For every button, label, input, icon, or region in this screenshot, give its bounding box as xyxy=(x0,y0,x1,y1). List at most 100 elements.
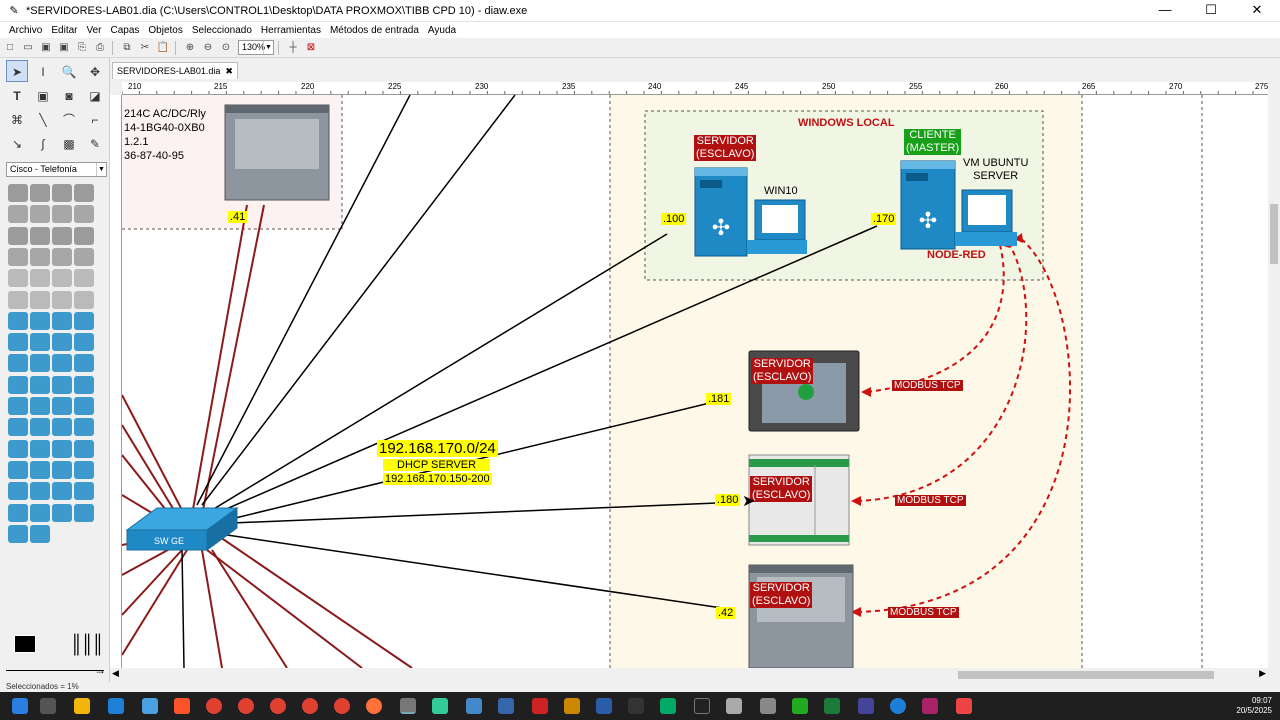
shape-tile-icon[interactable] xyxy=(52,460,72,479)
shape-tile-icon[interactable] xyxy=(52,269,72,288)
excel-icon[interactable] xyxy=(824,698,840,714)
shape-tile-icon[interactable] xyxy=(52,439,72,458)
tab-servidores-lab01[interactable]: SERVIDORES-LAB01.dia ✖ xyxy=(112,62,238,79)
firefox-icon[interactable] xyxy=(366,698,382,714)
chrome-icon[interactable] xyxy=(238,698,254,714)
snap-grid-icon[interactable]: ┼ xyxy=(285,40,301,56)
menu-editar[interactable]: Editar xyxy=(51,25,77,36)
shape-tile-icon[interactable] xyxy=(52,226,72,245)
shape-tile-icon[interactable] xyxy=(74,482,94,501)
shape-tile-icon[interactable] xyxy=(30,184,50,202)
close-button[interactable]: ✕ xyxy=(1234,0,1280,22)
maximize-button[interactable]: ☐ xyxy=(1188,0,1234,22)
text-tool-icon[interactable]: T xyxy=(6,84,28,106)
shape-tile-icon[interactable] xyxy=(74,439,94,458)
select-tool-icon[interactable]: ➤ xyxy=(6,60,28,82)
shape-tile-icon[interactable] xyxy=(52,418,72,437)
explorer-icon[interactable] xyxy=(74,698,90,714)
shape-tile-icon[interactable] xyxy=(52,184,72,202)
zoom-in-icon[interactable]: ⊕ xyxy=(182,40,198,56)
vertical-scrollbar[interactable] xyxy=(1268,82,1280,668)
shape-tile-icon[interactable] xyxy=(8,269,28,288)
move-tool-icon[interactable]: ✥ xyxy=(84,60,106,82)
shape-tile-icon[interactable] xyxy=(52,354,72,373)
chrome-icon[interactable] xyxy=(270,698,286,714)
shape-tile-icon[interactable] xyxy=(30,290,50,309)
image-tool-icon[interactable]: ▩ xyxy=(58,132,80,154)
zoom-fit-icon[interactable]: ⊙ xyxy=(218,40,234,56)
mail-icon[interactable] xyxy=(142,698,158,714)
zigzag-tool-icon[interactable]: ⌐ xyxy=(84,108,106,130)
horizontal-scroll-thumb[interactable] xyxy=(958,671,1214,679)
shape-tile-icon[interactable] xyxy=(30,205,50,224)
scroll-left-icon[interactable]: ◀ xyxy=(112,668,119,679)
save-as-icon[interactable]: ▣ xyxy=(56,40,72,56)
app-icon[interactable] xyxy=(922,698,938,714)
menu-metodos-entrada[interactable]: Métodos de entrada xyxy=(330,25,419,36)
app-icon[interactable] xyxy=(792,698,808,714)
print-icon[interactable]: ⎙ xyxy=(92,40,108,56)
shape-tile-icon[interactable] xyxy=(30,354,50,373)
menu-objetos[interactable]: Objetos xyxy=(148,25,182,36)
menu-ayuda[interactable]: Ayuda xyxy=(428,25,456,36)
open-file-icon[interactable]: ▭ xyxy=(20,40,36,56)
system-clock[interactable]: 09:07 20/5/2025 xyxy=(1236,696,1272,716)
text-cursor-tool-icon[interactable]: I xyxy=(32,60,54,82)
export-icon[interactable]: ⎘ xyxy=(74,40,90,56)
sheet-select[interactable]: Cisco - Telefonía ▼ xyxy=(6,162,107,177)
chrome-icon[interactable] xyxy=(206,698,222,714)
shape-tile-icon[interactable] xyxy=(74,226,94,245)
save-icon[interactable]: ▣ xyxy=(38,40,54,56)
shape-tile-icon[interactable] xyxy=(30,418,50,437)
app-icon[interactable] xyxy=(858,698,874,714)
menu-herramientas[interactable]: Herramientas xyxy=(261,25,321,36)
cut-icon[interactable]: ✂ xyxy=(137,40,153,56)
shape-tile-icon[interactable] xyxy=(74,247,94,266)
shape-tile-icon[interactable] xyxy=(8,397,28,415)
vertical-scroll-thumb[interactable] xyxy=(1270,204,1278,264)
shape-tile-icon[interactable] xyxy=(8,311,28,330)
chrome-icon[interactable] xyxy=(302,698,318,714)
shape-tile-icon[interactable] xyxy=(8,184,28,202)
app-icon[interactable] xyxy=(660,698,676,714)
shape-tile-icon[interactable] xyxy=(52,397,72,415)
shape-tile-icon[interactable] xyxy=(52,482,72,501)
shape-tile-icon[interactable] xyxy=(52,375,72,394)
arc-tool-icon[interactable]: ⌒ xyxy=(58,108,80,130)
shape-tile-icon[interactable] xyxy=(30,524,50,543)
horizontal-scrollbar[interactable]: ◀ ▶ xyxy=(110,668,1268,682)
shape-tile-icon[interactable] xyxy=(74,397,94,415)
app-icon[interactable] xyxy=(628,698,644,714)
shape-tile-icon[interactable] xyxy=(52,205,72,224)
outline-tool-icon[interactable]: ✎ xyxy=(84,132,106,154)
shape-tile-icon[interactable] xyxy=(8,226,28,245)
shape-tile-icon[interactable] xyxy=(8,439,28,458)
shape-tile-icon[interactable] xyxy=(8,354,28,373)
tab-close-icon[interactable]: ✖ xyxy=(225,66,233,76)
app-icon[interactable] xyxy=(760,698,776,714)
shape-tile-icon[interactable] xyxy=(30,269,50,288)
snap-object-icon[interactable]: ⊠ xyxy=(303,40,319,56)
app-icon[interactable] xyxy=(498,698,514,714)
edge-icon[interactable] xyxy=(108,698,124,714)
menu-seleccionado[interactable]: Seleccionado xyxy=(192,25,252,36)
shape-tile-icon[interactable] xyxy=(74,375,94,394)
shape-tile-icon[interactable] xyxy=(30,226,50,245)
line-tool-icon[interactable]: ╲ xyxy=(32,108,54,130)
filezilla-icon[interactable] xyxy=(532,698,548,714)
shape-tile-icon[interactable] xyxy=(30,375,50,394)
beziergon-tool-icon[interactable]: ⌘ xyxy=(6,108,28,130)
shape-tile-icon[interactable] xyxy=(74,269,94,288)
brave-icon[interactable] xyxy=(174,698,190,714)
polygon-tool-icon[interactable]: ◪ xyxy=(84,84,106,106)
shape-tile-icon[interactable] xyxy=(52,311,72,330)
shape-tile-icon[interactable] xyxy=(74,290,94,309)
shape-tile-icon[interactable] xyxy=(30,311,50,330)
shape-tile-icon[interactable] xyxy=(8,418,28,437)
shape-tile-icon[interactable] xyxy=(8,503,28,522)
diagram-canvas[interactable]: ✣ ✣ 214C AC/DC/Rly 14-1BG40-0XB0 1.2.1 3… xyxy=(122,95,1268,668)
shape-tile-icon[interactable] xyxy=(8,460,28,479)
app-icon[interactable] xyxy=(890,698,906,714)
magnify-tool-icon[interactable]: 🔍 xyxy=(58,60,80,82)
shape-tile-icon[interactable] xyxy=(30,482,50,501)
